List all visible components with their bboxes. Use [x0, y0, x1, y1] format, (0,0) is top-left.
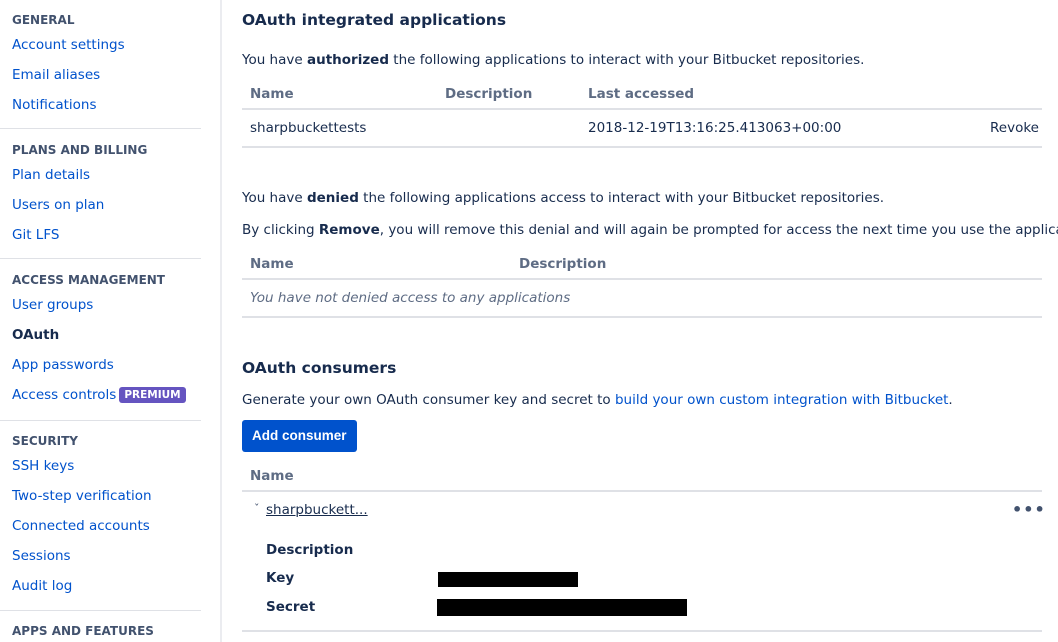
sidebar-divider — [0, 420, 201, 421]
sidebar-item-ssh-keys[interactable]: SSH keys — [12, 451, 201, 481]
table-header-divider — [242, 108, 1042, 110]
sidebar-heading-apps-features: APPS AND FEATURES — [12, 624, 154, 638]
sidebar-item-account-settings[interactable]: Account settings — [12, 30, 201, 60]
authorized-apps-title: OAuth integrated applications — [242, 11, 507, 29]
denied-empty-message: You have not denied access to any applic… — [250, 290, 571, 306]
table-row-divider — [242, 630, 1042, 632]
authorized-apps-intro: You have authorized the following applic… — [242, 52, 864, 68]
intro-text: the following applications access to int… — [358, 190, 885, 206]
sidebar-divider — [0, 610, 201, 611]
consumer-name-link[interactable]: sharpbuckett... — [266, 502, 368, 518]
app-last-accessed: 2018-12-19T13:16:25.413063+00:00 — [588, 120, 842, 136]
authorized-apps-table: Name Description Last accessed sharpbuck… — [242, 80, 1042, 148]
app-name: sharpbuckettests — [250, 120, 367, 136]
denied-remove-explanation: By clicking Remove, you will remove this… — [242, 222, 1058, 238]
sidebar-item-notifications[interactable]: Notifications — [12, 90, 201, 120]
column-header-description: Description — [445, 86, 533, 102]
column-header-name: Name — [250, 86, 294, 102]
page: GENERAL Account settings Email aliases N… — [0, 0, 1058, 642]
intro-bold: authorized — [306, 52, 390, 68]
sidebar-heading-access-management: ACCESS MANAGEMENT — [12, 273, 165, 287]
intro-text: the following applications to interact w… — [389, 52, 865, 68]
sidebar-item-sessions[interactable]: Sessions — [12, 541, 201, 571]
settings-sidebar: GENERAL Account settings Email aliases N… — [0, 0, 222, 642]
sidebar-item-git-lfs[interactable]: Git LFS — [12, 220, 201, 250]
table-row-divider — [242, 146, 1042, 148]
sidebar-group-general: GENERAL Account settings Email aliases N… — [12, 10, 201, 120]
table-row-divider — [242, 316, 1042, 318]
sidebar-heading-plans-billing: PLANS AND BILLING — [12, 143, 148, 157]
consumer-key-label: Key — [266, 570, 295, 586]
sidebar-divider — [0, 128, 201, 129]
oauth-consumers-table: Name ˇ sharpbuckett... ••• Description K… — [242, 462, 1045, 634]
revoke-link[interactable]: Revoke — [990, 120, 1039, 136]
premium-badge: PREMIUM — [119, 387, 186, 403]
intro-bold: Remove — [318, 222, 380, 238]
sidebar-group-security: SECURITY SSH keys Two-step verification … — [12, 431, 201, 601]
intro-bold: denied — [306, 190, 359, 206]
sidebar-item-label: Access controls — [12, 387, 117, 403]
sidebar-group-apps-features: APPS AND FEATURES — [12, 621, 201, 641]
sidebar-item-connected-accounts[interactable]: Connected accounts — [12, 511, 201, 541]
oauth-consumers-title: OAuth consumers — [242, 359, 397, 377]
sidebar-group-plans-billing: PLANS AND BILLING Plan details Users on … — [12, 140, 201, 250]
sidebar-heading-security: SECURITY — [12, 434, 78, 448]
intro-text: You have — [242, 52, 307, 68]
custom-integration-link[interactable]: build your own custom integration with B… — [615, 392, 948, 408]
intro-text: , you will remove this denial and will a… — [379, 222, 1058, 238]
sidebar-item-access-controls[interactable]: Access controls PREMIUM — [12, 380, 201, 410]
denied-apps-table: Name Description You have not denied acc… — [242, 250, 1042, 318]
consumer-description-label: Description — [266, 542, 354, 558]
column-header-last-accessed: Last accessed — [588, 86, 695, 102]
sidebar-item-two-step-verification[interactable]: Two-step verification — [12, 481, 201, 511]
column-header-name: Name — [250, 468, 294, 484]
sidebar-heading-general: GENERAL — [12, 13, 75, 27]
oauth-consumers-intro: Generate your own OAuth consumer key and… — [242, 392, 953, 408]
more-horizontal-icon[interactable]: ••• — [1012, 500, 1046, 519]
sidebar-item-app-passwords[interactable]: App passwords — [12, 350, 201, 380]
sidebar-item-audit-log[interactable]: Audit log — [12, 571, 201, 601]
column-header-name: Name — [250, 256, 294, 272]
intro-text: . — [948, 392, 953, 408]
consumer-secret-label: Secret — [266, 599, 316, 615]
sidebar-item-user-groups[interactable]: User groups — [12, 290, 201, 320]
table-header-divider — [242, 278, 1042, 280]
sidebar-divider — [0, 258, 201, 259]
sidebar-item-users-on-plan[interactable]: Users on plan — [12, 190, 201, 220]
intro-text: By clicking — [242, 222, 319, 238]
intro-text: Generate your own OAuth consumer key and… — [242, 392, 615, 408]
column-header-description: Description — [519, 256, 607, 272]
sidebar-group-access-management: ACCESS MANAGEMENT User groups OAuth App … — [12, 270, 201, 410]
redacted-key — [438, 572, 578, 587]
intro-text: You have — [242, 190, 307, 206]
add-consumer-button[interactable]: Add consumer — [242, 420, 357, 452]
redacted-secret — [437, 599, 687, 616]
sidebar-item-email-aliases[interactable]: Email aliases — [12, 60, 201, 90]
denied-apps-intro: You have denied the following applicatio… — [242, 190, 884, 206]
sidebar-item-plan-details[interactable]: Plan details — [12, 160, 201, 190]
table-header-divider — [242, 490, 1042, 492]
sidebar-item-oauth[interactable]: OAuth — [12, 320, 201, 350]
chevron-down-icon[interactable]: ˇ — [254, 502, 260, 515]
